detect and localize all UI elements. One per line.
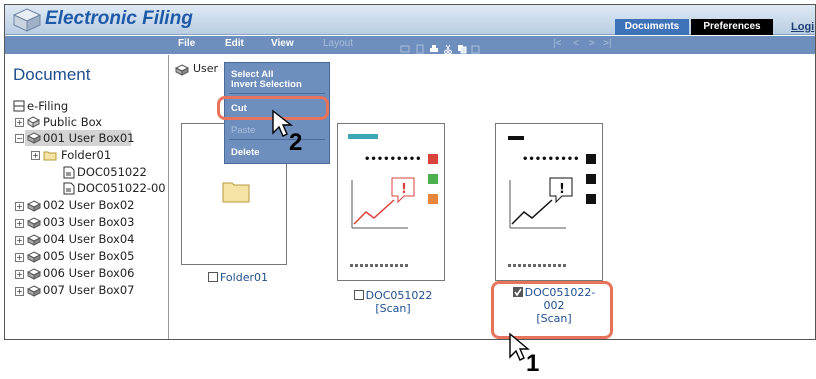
doc051022-002-checkbox[interactable] <box>512 287 523 297</box>
document-icon <box>63 166 75 179</box>
user-box-icon <box>175 64 189 76</box>
doc051022-thumbnail[interactable]: ••••••••• ! <box>337 123 445 281</box>
user-box-icon <box>27 251 41 263</box>
paste-icon[interactable] <box>471 39 481 54</box>
new-box-icon[interactable] <box>400 39 410 53</box>
preferences-button[interactable]: Preferences <box>691 19 773 35</box>
doc051022-checkbox[interactable] <box>353 290 364 300</box>
folder01-checkbox[interactable] <box>208 272 218 282</box>
doc-color-swatch <box>586 174 596 184</box>
cabinet-icon <box>13 100 25 112</box>
doc051022-002-caption[interactable]: DOC051022- 002 [Scan] <box>499 286 609 325</box>
menu-separator <box>229 139 325 140</box>
tree-item-public-box[interactable]: Public Box <box>43 115 102 129</box>
doc-chart-graphic: ! <box>509 177 573 229</box>
document-icon <box>63 182 75 195</box>
expand-icon[interactable]: + <box>31 151 40 160</box>
menu-item-invert-selection[interactable]: Invert Selection <box>231 79 302 90</box>
tree-item-user-box03[interactable]: 003 User Box03 <box>43 215 134 229</box>
user-box-icon <box>27 285 41 297</box>
tree-item-doc051022-002[interactable]: DOC051022-00 <box>77 181 166 195</box>
menu-separator <box>229 93 325 94</box>
cut-icon[interactable] <box>443 39 453 54</box>
public-box-icon <box>27 116 40 128</box>
expand-icon[interactable]: + <box>15 270 24 279</box>
user-box-icon <box>27 217 41 229</box>
svg-text:!: ! <box>559 182 565 197</box>
folder-icon <box>43 151 57 161</box>
expand-icon[interactable]: + <box>15 202 24 211</box>
doc-header-bar <box>348 134 378 139</box>
tree-item-folder01[interactable]: Folder01 <box>61 148 111 162</box>
print-icon[interactable] <box>429 39 439 52</box>
app-title: Electronic Filing <box>45 8 193 29</box>
svg-text:!: ! <box>401 182 407 197</box>
nav-first[interactable]: |< <box>553 38 561 49</box>
menu-bar: File Edit View Layout |< < > >| <box>5 36 815 54</box>
tree-item-user-box07[interactable]: 007 User Box07 <box>43 283 134 297</box>
document-icon[interactable] <box>415 39 425 54</box>
expand-icon[interactable]: + <box>15 253 24 262</box>
menu-layout[interactable]: Layout <box>323 38 353 49</box>
menu-item-delete[interactable]: Delete <box>231 147 260 158</box>
menu-item-paste[interactable]: Paste <box>231 125 255 136</box>
collapse-icon[interactable]: − <box>15 134 24 143</box>
menu-edit[interactable]: Edit <box>225 38 244 49</box>
doc-color-swatch <box>428 174 438 184</box>
expand-icon[interactable]: + <box>15 118 24 127</box>
menu-file[interactable]: File <box>178 38 195 49</box>
doc-color-swatch <box>428 154 438 164</box>
nav-prev[interactable]: < <box>573 38 579 49</box>
doc-thumb-text: ••••••••• <box>364 154 422 165</box>
cube-logo-icon <box>13 8 41 32</box>
expand-icon[interactable]: + <box>15 287 24 296</box>
sidebar-title: Document <box>13 65 91 84</box>
checkmark-icon <box>513 288 522 297</box>
nav-next[interactable]: > <box>589 38 595 49</box>
tree-item-user-box05[interactable]: 005 User Box05 <box>43 249 134 263</box>
user-box-icon <box>27 268 41 280</box>
doc-header-bar <box>508 136 524 140</box>
step-number-2: 2 <box>289 129 303 156</box>
doc-color-swatch <box>586 154 596 164</box>
tree-item-user-box02[interactable]: 002 User Box02 <box>43 198 134 212</box>
doc051022-002-thumbnail[interactable]: ••••••••• ! <box>495 123 603 281</box>
folder-icon <box>222 182 250 203</box>
tree-item-user-box01[interactable]: 001 User Box01 <box>43 131 134 145</box>
doc-color-swatch <box>586 194 596 204</box>
user-box-icon <box>27 234 41 246</box>
expand-icon[interactable]: + <box>15 219 24 228</box>
doc-color-swatch <box>428 194 438 204</box>
user-box-icon <box>27 200 41 212</box>
copy-icon[interactable] <box>457 39 467 54</box>
step-number-1: 1 <box>526 350 540 377</box>
app-window: Electronic Filing Documents Preferences … <box>4 4 816 340</box>
doc051022-caption[interactable]: DOC051022 [Scan] <box>345 289 441 315</box>
app-header: Electronic Filing Documents Preferences … <box>5 5 815 35</box>
doc-footer-line <box>508 264 568 267</box>
tree-root-efiling[interactable]: e-Filing <box>27 99 68 113</box>
nav-last[interactable]: >| <box>603 38 611 49</box>
login-link[interactable]: Logi <box>791 19 815 35</box>
expand-icon[interactable]: + <box>15 236 24 245</box>
tree-item-user-box04[interactable]: 004 User Box04 <box>43 232 134 246</box>
tree-item-user-box06[interactable]: 006 User Box06 <box>43 266 134 280</box>
current-path: User <box>193 62 219 75</box>
folder01-caption[interactable]: Folder01 <box>188 271 288 284</box>
user-box-icon <box>27 132 41 144</box>
doc-footer-line <box>350 264 410 267</box>
tree-item-doc051022[interactable]: DOC051022 <box>77 165 147 179</box>
doc-chart-graphic: ! <box>351 177 415 229</box>
sidebar-tree: Document e-Filing + Public Box − 001 Use… <box>5 55 169 339</box>
documents-button[interactable]: Documents <box>615 19 689 35</box>
menu-view[interactable]: View <box>271 38 294 49</box>
doc-thumb-text: ••••••••• <box>522 154 580 165</box>
